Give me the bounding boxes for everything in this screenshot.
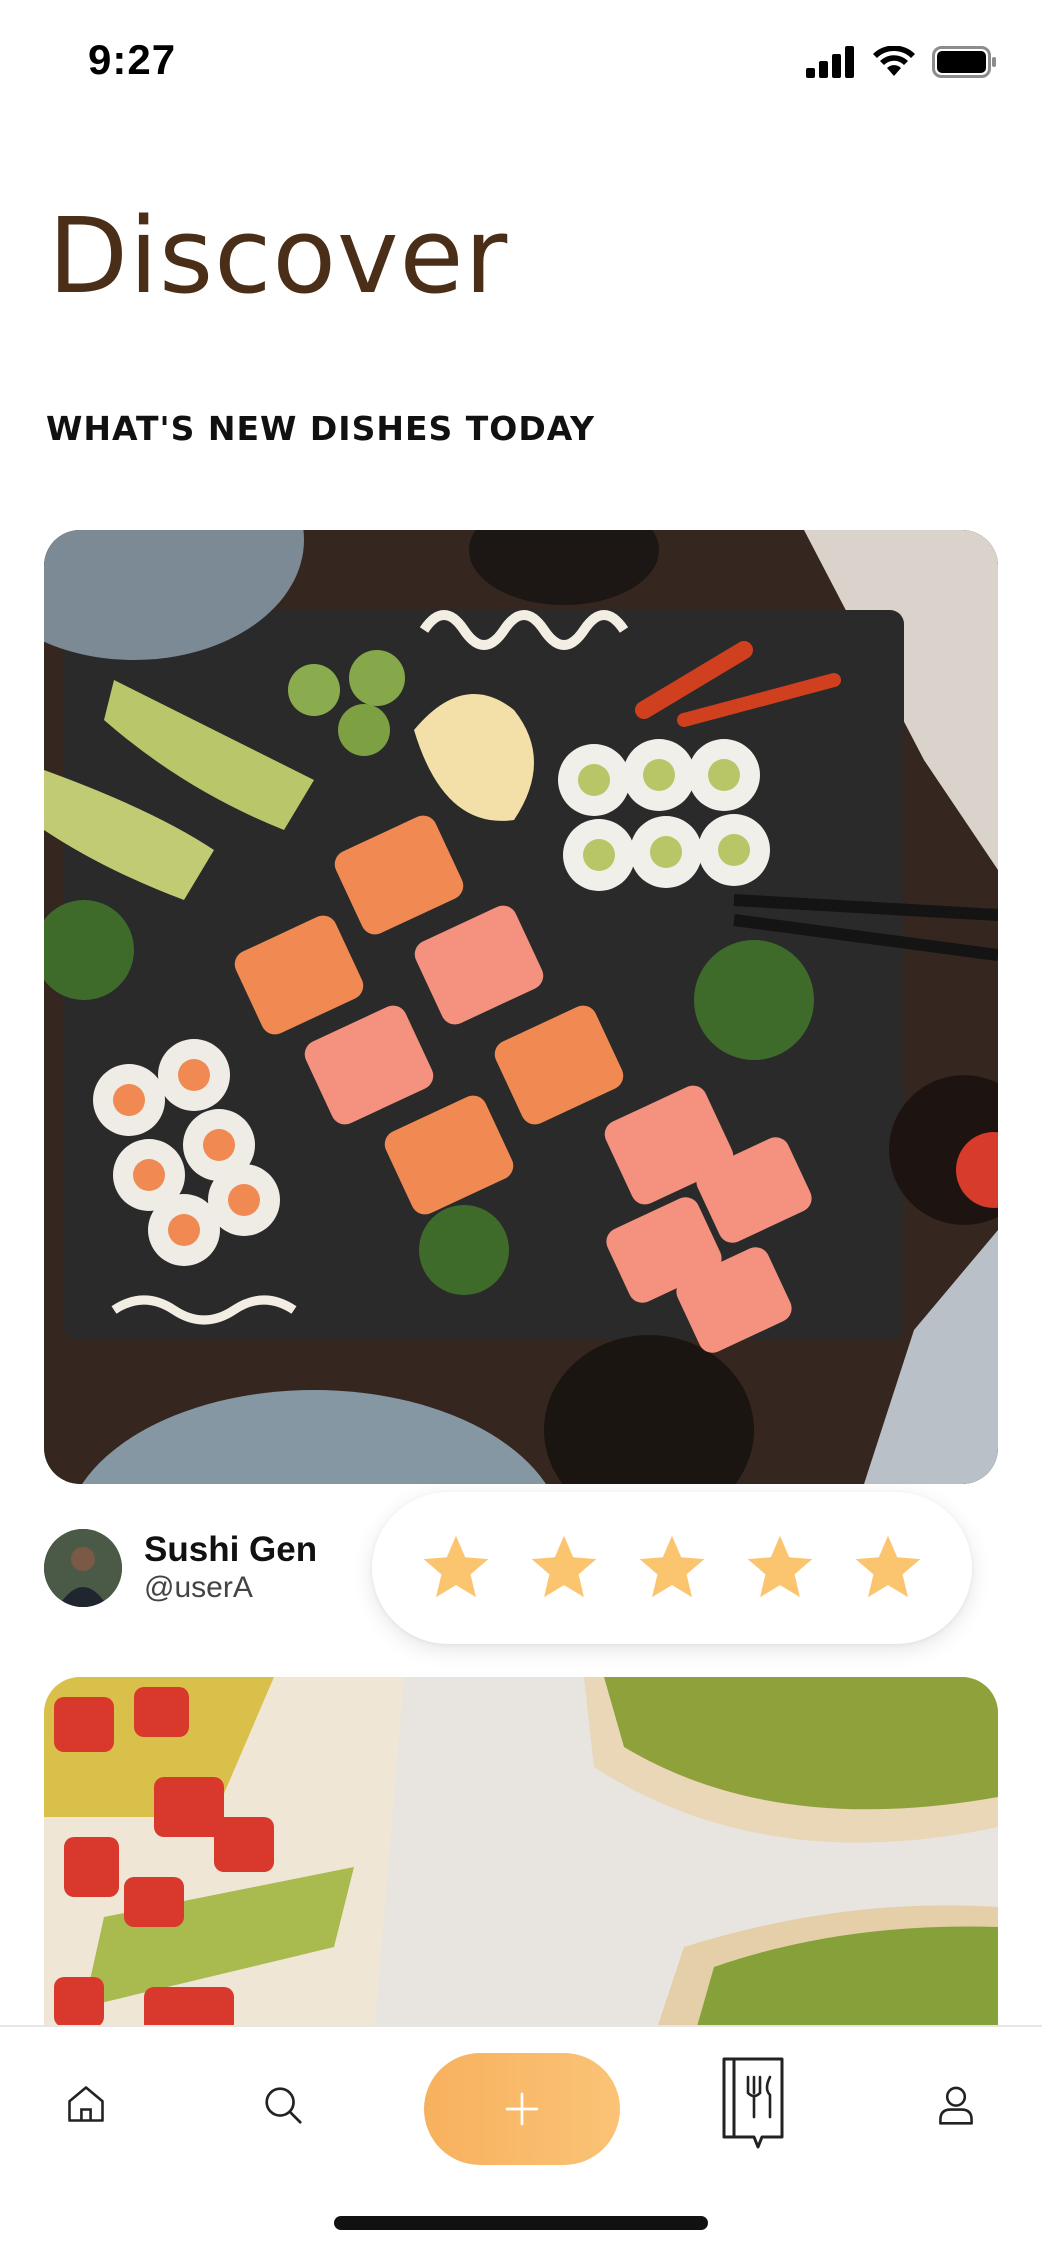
cellular-signal-icon [806, 46, 854, 78]
author-row[interactable]: Sushi Gen @userA [44, 1528, 317, 1608]
sushi-platter-photo[interactable] [44, 530, 998, 1484]
plus-icon [505, 2092, 539, 2126]
status-bar: 9:27 [0, 0, 1042, 130]
avatar[interactable] [44, 1529, 122, 1607]
star-4-icon[interactable] [741, 1530, 819, 1606]
star-5-icon[interactable] [849, 1530, 927, 1606]
star-3-icon[interactable] [633, 1530, 711, 1606]
battery-icon [932, 46, 996, 78]
star-2-icon[interactable] [525, 1530, 603, 1606]
avocado-toast-photo[interactable] [44, 1677, 998, 2037]
star-1-icon[interactable] [417, 1530, 495, 1606]
author-info: Sushi Gen @userA [144, 1530, 317, 1606]
search-icon[interactable] [260, 2082, 306, 2128]
author-handle: @userA [144, 1571, 253, 1604]
section-title: WHAT'S NEW DISHES TODAY [46, 409, 596, 448]
status-icons [806, 46, 998, 78]
status-time: 9:27 [88, 36, 177, 83]
home-icon[interactable] [64, 2082, 108, 2126]
page-title: Discover [48, 195, 509, 317]
recipe-book-icon[interactable] [720, 2057, 786, 2149]
home-indicator[interactable] [334, 2216, 708, 2230]
author-name[interactable]: Sushi Gen [144, 1530, 317, 1570]
profile-icon[interactable] [934, 2082, 978, 2128]
rating-pill [372, 1492, 972, 1644]
add-dish-button[interactable] [424, 2053, 620, 2165]
wifi-icon [873, 46, 915, 76]
